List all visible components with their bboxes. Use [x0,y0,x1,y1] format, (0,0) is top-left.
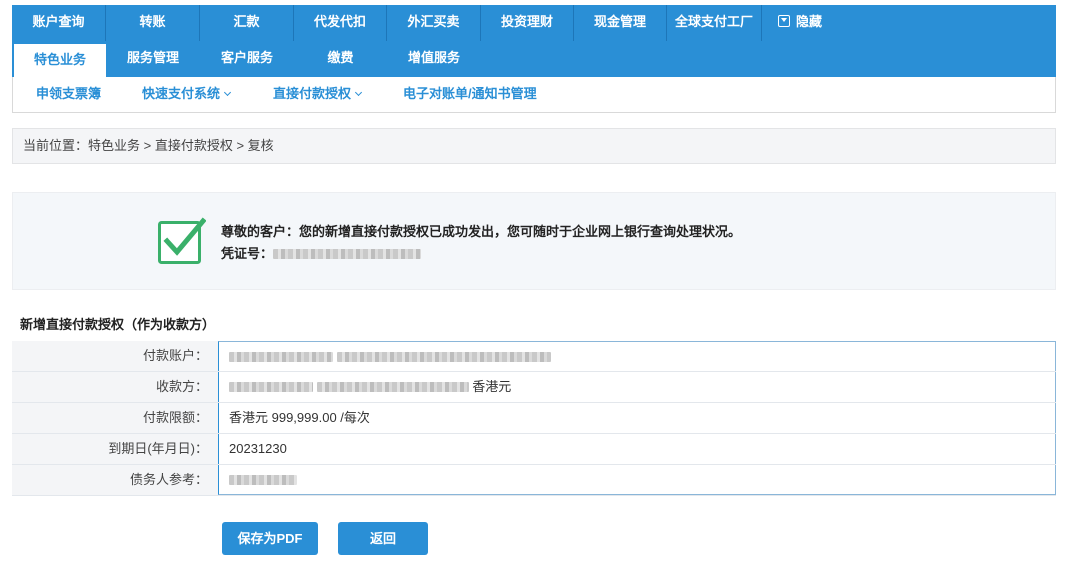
save-pdf-button[interactable]: 保存为PDF [222,522,318,555]
back-button[interactable]: 返回 [338,522,428,555]
tab-special-business[interactable]: 特色业务 [14,44,106,77]
redacted-text [336,352,551,362]
hide-nav-button[interactable]: 隐藏 [778,5,822,41]
tab-transfer[interactable]: 转账 [106,5,200,41]
detail-value: 香港元 999,999.00 /每次 [218,403,1056,433]
subnav-fps-label: 快速支付系统 [142,86,221,101]
detail-row-expiry: 到期日(年月日)： 20231230 [12,434,1056,465]
sub-navigation: 申领支票簿 快速支付系统 直接付款授权 电子对账单/通知书管理 [12,77,1056,113]
success-check-icon [158,217,206,264]
detail-row-debtor-reference: 债务人参考： [12,465,1056,496]
tab-bill-payment[interactable]: 缴费 [294,41,387,77]
subnav-e-statement[interactable]: 电子对账单/通知书管理 [403,77,537,110]
tab-account-inquiry[interactable]: 账户查询 [12,5,106,41]
details-table: 付款账户： 收款方： 香港元 付款限额： 香港元 999,999.00 /每次 … [12,341,1056,496]
detail-label: 收款方： [12,372,218,402]
detail-label: 债务人参考： [12,465,218,495]
detail-row-payee: 收款方： 香港元 [12,372,1056,403]
success-message: 尊敬的客户：您的新增直接付款授权已成功发出，您可随时于企业网上银行查询处理状况。 [221,224,742,239]
top-navigation: 账户查询 转账 汇款 代发代扣 外汇买卖 投资理财 现金管理 全球支付工厂 隐藏… [12,5,1056,77]
voucher-value-redacted [273,249,422,259]
breadcrumb: 当前位置：特色业务 > 直接付款授权 > 复核 [12,128,1056,164]
collapse-icon [778,15,790,27]
detail-value: 香港元 [218,372,1056,402]
detail-label: 付款限额： [12,403,218,433]
redacted-text [316,382,469,392]
detail-label: 付款账户： [12,341,218,371]
detail-value [218,341,1056,371]
hide-label: 隐藏 [796,14,823,29]
tab-cash-management[interactable]: 现金管理 [574,5,667,41]
tab-remittance[interactable]: 汇款 [200,5,294,41]
breadcrumb-path: 特色业务 > 直接付款授权 > [88,138,248,153]
detail-value [218,465,1056,495]
redacted-text [229,475,297,485]
redacted-text [229,382,313,392]
tab-fx-trading[interactable]: 外汇买卖 [387,5,481,41]
detail-row-limit: 付款限额： 香港元 999,999.00 /每次 [12,403,1056,434]
voucher-number: 凭证号： [221,243,422,262]
nav-row-primary: 账户查询 转账 汇款 代发代扣 外汇买卖 投资理财 现金管理 全球支付工厂 隐藏 [12,5,1056,41]
redacted-text [229,352,333,362]
subnav-direct-debit[interactable]: 直接付款授权 [273,77,363,110]
section-title: 新增直接付款授权（作为收款方） [20,317,216,332]
tab-service-management[interactable]: 服务管理 [106,41,200,77]
payee-currency: 香港元 [472,379,512,394]
breadcrumb-prefix: 当前位置： [23,138,89,153]
subnav-direct-debit-label: 直接付款授权 [273,86,352,101]
breadcrumb-current: 复核 [247,138,274,153]
voucher-label: 凭证号： [221,246,274,261]
tab-investment[interactable]: 投资理财 [481,5,574,41]
nav-row-secondary: 特色业务 服务管理 客户服务 缴费 增值服务 [12,41,1056,77]
subnav-fps[interactable]: 快速支付系统 [142,77,232,110]
detail-value: 20231230 [218,434,1056,464]
tab-payroll[interactable]: 代发代扣 [294,5,387,41]
success-notice: 尊敬的客户：您的新增直接付款授权已成功发出，您可随时于企业网上银行查询处理状况。… [12,192,1056,290]
chevron-down-icon [223,88,232,97]
chevron-down-icon [354,88,363,97]
tab-value-added-services[interactable]: 增值服务 [387,41,481,77]
tab-customer-service[interactable]: 客户服务 [200,41,294,77]
tab-global-payment-factory[interactable]: 全球支付工厂 [667,5,762,41]
subnav-cheque-book[interactable]: 申领支票簿 [36,77,101,110]
detail-label: 到期日(年月日)： [12,434,218,464]
detail-row-payer-account: 付款账户： [12,341,1056,372]
